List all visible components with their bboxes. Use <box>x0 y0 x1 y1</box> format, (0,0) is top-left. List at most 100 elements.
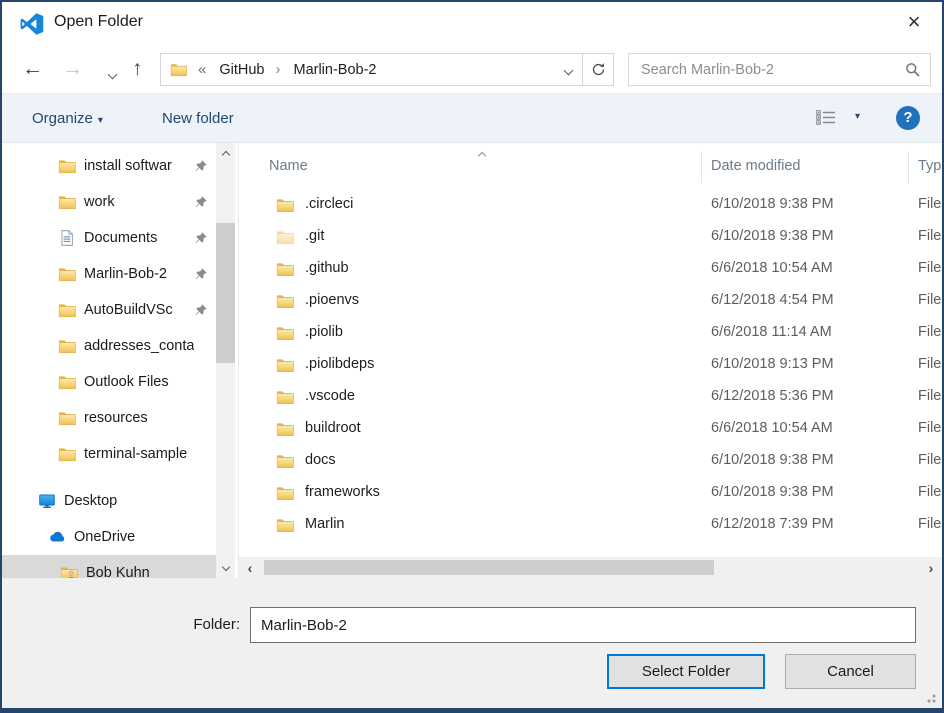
chevron-down-icon <box>107 69 117 79</box>
sidebar-item-terminal-sample[interactable]: terminal-sample <box>2 436 216 472</box>
horizontal-scrollbar[interactable]: ‹ › <box>239 557 942 578</box>
sidebar-item-bob-kuhn[interactable]: Bob Kuhn <box>2 555 216 578</box>
file-type: File <box>918 420 941 436</box>
sidebar-item-label: Outlook Files <box>84 374 169 390</box>
resize-grip-icon[interactable] <box>924 691 936 703</box>
file-type: File <box>918 260 941 276</box>
sort-ascending-icon[interactable] <box>479 147 485 163</box>
help-button[interactable]: ? <box>896 106 920 130</box>
file-row[interactable]: .github6/6/2018 10:54 AMFile <box>239 253 942 285</box>
search-input[interactable] <box>629 54 930 85</box>
up-button[interactable]: ↑ <box>132 54 143 84</box>
file-date: 6/10/2018 9:38 PM <box>711 452 834 468</box>
scroll-up-button[interactable] <box>216 145 235 162</box>
folder-icon <box>276 260 294 278</box>
history-dropdown-button[interactable] <box>101 65 123 81</box>
search-icon[interactable] <box>905 62 921 78</box>
file-date: 6/12/2018 5:36 PM <box>711 388 834 404</box>
select-folder-button[interactable]: Select Folder <box>607 654 765 689</box>
chevron-right-icon[interactable]: › <box>275 61 280 78</box>
organize-button[interactable]: Organize▾ <box>32 94 103 142</box>
folder-icon <box>276 324 294 342</box>
folder-icon <box>58 157 76 175</box>
file-row[interactable]: .vscode6/12/2018 5:36 PMFile <box>239 381 942 413</box>
sidebar-scrollbar-thumb[interactable] <box>216 223 235 363</box>
details-view-icon <box>816 110 836 125</box>
folder-icon <box>276 228 294 246</box>
file-date: 6/6/2018 11:14 AM <box>711 324 832 340</box>
address-bar[interactable]: « GitHub › Marlin-Bob-2 <box>160 53 614 86</box>
folder-icon <box>276 516 294 534</box>
list-header: Name Date modified Typ <box>239 143 942 189</box>
sidebar-item-addresses-conta[interactable]: addresses_conta <box>2 328 216 364</box>
scroll-right-button[interactable]: › <box>922 557 940 578</box>
sidebar-item-label: addresses_conta <box>84 338 194 354</box>
folder-icon <box>58 301 76 319</box>
file-row[interactable]: .pioenvs6/12/2018 4:54 PMFile <box>239 285 942 317</box>
folder-icon <box>58 265 76 283</box>
view-mode-button[interactable] <box>814 107 838 131</box>
pin-icon <box>194 195 208 209</box>
sidebar-item-outlook-files[interactable]: Outlook Files <box>2 364 216 400</box>
sidebar-item-marlin-bob-2[interactable]: Marlin-Bob-2 <box>2 256 216 292</box>
sidebar-item-label: Desktop <box>64 493 117 509</box>
cancel-button[interactable]: Cancel <box>785 654 916 689</box>
file-row[interactable]: .circleci6/10/2018 9:38 PMFile <box>239 189 942 221</box>
sidebar-scrollbar[interactable] <box>216 143 235 578</box>
folder-icon <box>276 452 294 470</box>
forward-button[interactable]: → <box>62 54 83 84</box>
sidebar-item-work[interactable]: work <box>2 184 216 220</box>
scroll-down-button[interactable] <box>216 557 235 574</box>
close-button[interactable]: × <box>898 6 930 38</box>
view-mode-dropdown-button[interactable]: ▾ <box>855 111 860 122</box>
folder-name-label: Folder: <box>150 616 240 633</box>
file-row[interactable]: .git6/10/2018 9:38 PMFile <box>239 221 942 253</box>
dialog-title: Open Folder <box>54 13 143 31</box>
folder-icon <box>276 420 294 438</box>
refresh-button[interactable] <box>583 54 613 85</box>
caret-down-icon: ▾ <box>98 115 103 126</box>
sidebar-item-documents[interactable]: Documents <box>2 220 216 256</box>
breadcrumb-overflow-icon[interactable]: « <box>198 61 206 78</box>
breadcrumb-github[interactable]: GitHub <box>217 60 266 80</box>
file-row[interactable]: docs6/10/2018 9:38 PMFile <box>239 445 942 477</box>
file-row[interactable]: .piolibdeps6/10/2018 9:13 PMFile <box>239 349 942 381</box>
file-name: .git <box>305 228 324 244</box>
column-header-type[interactable]: Typ <box>918 158 941 174</box>
folder-icon <box>58 373 76 391</box>
pin-icon <box>194 159 208 173</box>
column-header-name[interactable]: Name <box>269 158 308 174</box>
footer: Folder: Select Folder Cancel <box>2 578 942 708</box>
file-row[interactable]: frameworks6/10/2018 9:38 PMFile <box>239 477 942 509</box>
sidebar-item-autobuildvsc[interactable]: AutoBuildVSc <box>2 292 216 328</box>
sidebar-item-label: OneDrive <box>74 529 135 545</box>
file-name: Marlin <box>305 516 344 532</box>
file-type: File <box>918 228 941 244</box>
address-dropdown-button[interactable] <box>554 54 582 85</box>
file-row[interactable]: .piolib6/6/2018 11:14 AMFile <box>239 317 942 349</box>
horizontal-scrollbar-thumb[interactable] <box>264 560 714 575</box>
sidebar-item-resources[interactable]: resources <box>2 400 216 436</box>
file-name: .piolib <box>305 324 343 340</box>
file-row[interactable]: buildroot6/6/2018 10:54 AMFile <box>239 413 942 445</box>
back-button[interactable]: ← <box>22 54 43 84</box>
sidebar-item-onedrive[interactable]: OneDrive <box>2 519 216 555</box>
folder-icon <box>276 388 294 406</box>
file-type: File <box>918 452 941 468</box>
folder-name-input[interactable] <box>250 607 916 643</box>
column-header-date-modified[interactable]: Date modified <box>711 158 800 174</box>
chevron-up-icon <box>478 152 486 160</box>
column-divider[interactable] <box>908 151 909 183</box>
file-date: 6/10/2018 9:38 PM <box>711 484 834 500</box>
sidebar-item-desktop[interactable]: Desktop <box>2 483 216 519</box>
sidebar-item-label: install softwar <box>84 158 172 174</box>
file-row[interactable]: Marlin6/12/2018 7:39 PMFile <box>239 509 942 541</box>
desktop-icon <box>38 492 56 510</box>
new-folder-button[interactable]: New folder <box>162 94 234 142</box>
file-type: File <box>918 292 941 308</box>
breadcrumb-marlin-bob-2[interactable]: Marlin-Bob-2 <box>291 60 378 80</box>
scroll-left-button[interactable]: ‹ <box>241 557 259 578</box>
title-bar: Open Folder × <box>2 2 942 46</box>
column-divider[interactable] <box>701 151 702 183</box>
sidebar-item-install-softwar[interactable]: install softwar <box>2 148 216 184</box>
